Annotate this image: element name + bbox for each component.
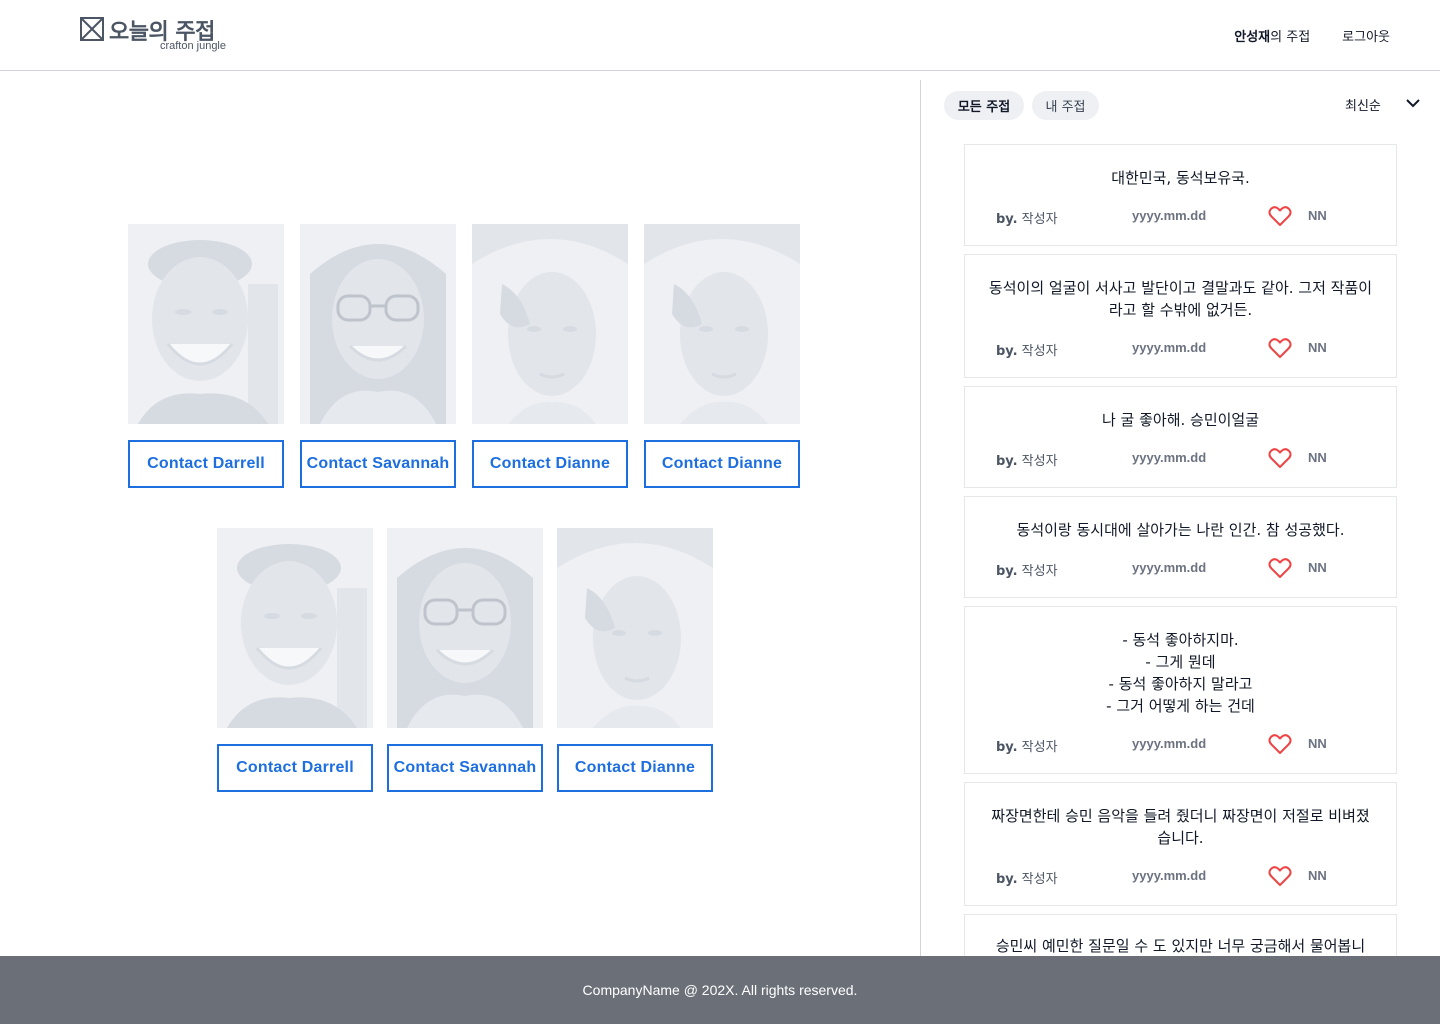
logout-link[interactable]: 로그아웃 <box>1342 26 1390 45</box>
by-label: by. <box>996 212 1018 227</box>
contact-button-row2-3[interactable]: Contact Dianne <box>557 744 713 792</box>
heart-icon[interactable] <box>1268 205 1292 227</box>
post-text: 승민씨 예민한 질문일 수 도 있지만 너무 궁금해서 물어봅니 <box>965 935 1396 956</box>
heart-icon[interactable] <box>1268 733 1292 755</box>
profile-grid: Contact Darrell Contact Savannah Contact… <box>0 71 920 956</box>
like-count: NN <box>1308 450 1327 465</box>
author-name: 작성자 <box>1021 740 1058 755</box>
post-meta: by. 작성자 yyyy.mm.dd NN <box>965 865 1396 887</box>
sort-select[interactable]: 최신순 <box>1345 95 1381 114</box>
logo-x-box-icon <box>80 17 104 41</box>
post-author: by. 작성자 <box>996 340 1058 359</box>
profile-photo <box>644 224 800 424</box>
profile-photo <box>300 224 456 424</box>
author-name: 작성자 <box>1021 212 1058 227</box>
footer-copyright: CompanyName @ 202X. All rights reserved. <box>582 982 858 998</box>
post-text: - 동석 좋아하지마. - 그게 뭔데 - 동석 좋아하지 말라고 - 그거 어떻게 … <box>965 629 1396 717</box>
contact-button-row1-3[interactable]: Contact Dianne <box>472 440 628 488</box>
heart-icon[interactable] <box>1268 557 1292 579</box>
author-name: 작성자 <box>1021 872 1058 887</box>
post-text-line: - 그게 뭔데 <box>1145 653 1216 671</box>
post-card[interactable]: 나 굴 좋아해. 승민이얼굴 by. 작성자 yyyy.mm.dd NN <box>964 386 1397 488</box>
author-name: 작성자 <box>1021 454 1058 469</box>
contact-button-row1-2[interactable]: Contact Savannah <box>300 440 456 488</box>
post-card[interactable]: 동석이의 얼굴이 서사고 발단이고 결말과도 같아. 그저 작품이라고 할 수밖… <box>964 254 1397 378</box>
post-text: 대한민국, 동석보유국. <box>965 167 1396 189</box>
site-logo[interactable]: 오늘의 주접 crafton jungle <box>80 14 230 58</box>
header-nav: 안성재의 주접 로그아웃 <box>1234 26 1390 45</box>
logo-subtitle: crafton jungle <box>159 40 226 52</box>
contact-button-row1-1[interactable]: Contact Darrell <box>128 440 284 488</box>
post-text-line: 짜장면한테 승민 음악을 들려 줬더니 짜장면이 저절로 비벼졌 <box>991 807 1370 825</box>
by-label: by. <box>996 872 1018 887</box>
post-text-line: 승민씨 예민한 질문일 수 도 있지만 너무 궁금해서 물어봅니 <box>995 937 1366 955</box>
post-date: yyyy.mm.dd <box>1132 450 1207 465</box>
by-label: by. <box>996 454 1018 469</box>
author-name: 작성자 <box>1021 344 1058 359</box>
post-text-line: 동석이의 얼굴이 서사고 발단이고 결말과도 같아. 그저 작품이 <box>988 279 1373 297</box>
jujeop-sidebar: 모든 주접 내 주접 최신순 대한민국, 동석보유국. by. 작성자 yyyy.… <box>921 71 1440 956</box>
profile-photo <box>472 224 628 424</box>
post-author: by. 작성자 <box>996 868 1058 887</box>
profile-photo <box>217 528 373 728</box>
post-card[interactable]: 동석이랑 동시대에 살아가는 나란 인간. 참 성공했다. by. 작성자 yyy… <box>964 496 1397 598</box>
post-text: 동석이의 얼굴이 서사고 발단이고 결말과도 같아. 그저 작품이라고 할 수밖… <box>965 277 1396 321</box>
contact-button-row2-1[interactable]: Contact Darrell <box>217 744 373 792</box>
post-card[interactable]: - 동석 좋아하지마. - 그게 뭔데 - 동석 좋아하지 말라고 - 그거 어떻게 … <box>964 606 1397 774</box>
post-text-line: 대한민국, 동석보유국. <box>1111 169 1250 187</box>
post-text-line: 라고 할 수밖에 없거든. <box>1108 301 1253 319</box>
post-text-line: - 동석 좋아하지 말라고 <box>1108 675 1253 693</box>
post-text-line: - 그거 어떻게 하는 건데 <box>1106 697 1255 715</box>
post-date: yyyy.mm.dd <box>1132 208 1207 223</box>
post-date: yyyy.mm.dd <box>1132 560 1207 575</box>
like-count: NN <box>1308 340 1327 355</box>
post-author: by. 작성자 <box>996 208 1058 227</box>
post-meta: by. 작성자 yyyy.mm.dd NN <box>965 205 1396 227</box>
post-date: yyyy.mm.dd <box>1132 340 1207 355</box>
by-label: by. <box>996 740 1018 755</box>
like-count: NN <box>1308 868 1327 883</box>
post-author: by. 작성자 <box>996 560 1058 579</box>
post-meta: by. 작성자 yyyy.mm.dd NN <box>965 557 1396 579</box>
by-label: by. <box>996 564 1018 579</box>
post-text: 나 굴 좋아해. 승민이얼굴 <box>965 409 1396 431</box>
post-date: yyyy.mm.dd <box>1132 736 1207 751</box>
contact-button-row1-4[interactable]: Contact Dianne <box>644 440 800 488</box>
post-text-line: 습니다. <box>1157 829 1204 847</box>
tab-my-jujeop[interactable]: 내 주접 <box>1032 91 1099 120</box>
heart-icon[interactable] <box>1268 337 1292 359</box>
post-date: yyyy.mm.dd <box>1132 868 1207 883</box>
my-jujeop-link[interactable]: 안성재의 주접 <box>1234 26 1310 45</box>
post-meta: by. 작성자 yyyy.mm.dd NN <box>965 337 1396 359</box>
author-name: 작성자 <box>1021 564 1058 579</box>
contact-button-row2-2[interactable]: Contact Savannah <box>387 744 543 792</box>
site-header: 오늘의 주접 crafton jungle 안성재의 주접 로그아웃 <box>0 0 1440 71</box>
chevron-down-icon[interactable] <box>1405 96 1421 110</box>
post-card[interactable]: 짜장면한테 승민 음악을 들려 줬더니 짜장면이 저절로 비벼졌습니다. by. … <box>964 782 1397 906</box>
site-footer: CompanyName @ 202X. All rights reserved. <box>0 956 1440 1024</box>
post-meta: by. 작성자 yyyy.mm.dd NN <box>965 447 1396 469</box>
post-author: by. 작성자 <box>996 736 1058 755</box>
post-card[interactable]: 대한민국, 동석보유국. by. 작성자 yyyy.mm.dd NN <box>964 144 1397 246</box>
post-text-line: - 동석 좋아하지마. <box>1122 631 1239 649</box>
like-count: NN <box>1308 560 1327 575</box>
user-suffix: 의 주접 <box>1270 30 1311 45</box>
tab-all-jujeop[interactable]: 모든 주접 <box>944 91 1024 120</box>
user-name: 안성재 <box>1234 30 1271 45</box>
post-text: 동석이랑 동시대에 살아가는 나란 인간. 참 성공했다. <box>965 519 1396 541</box>
post-text-line: 동석이랑 동시대에 살아가는 나란 인간. 참 성공했다. <box>1016 521 1345 539</box>
post-text-line: 나 굴 좋아해. 승민이얼굴 <box>1101 411 1260 429</box>
profile-photo <box>128 224 284 424</box>
profile-photo <box>387 528 543 728</box>
post-author: by. 작성자 <box>996 450 1058 469</box>
like-count: NN <box>1308 208 1327 223</box>
post-meta: by. 작성자 yyyy.mm.dd NN <box>965 733 1396 755</box>
by-label: by. <box>996 344 1018 359</box>
post-text: 짜장면한테 승민 음악을 들려 줬더니 짜장면이 저절로 비벼졌습니다. <box>965 805 1396 849</box>
profile-photo <box>557 528 713 728</box>
like-count: NN <box>1308 736 1327 751</box>
heart-icon[interactable] <box>1268 447 1292 469</box>
post-card[interactable]: 승민씨 예민한 질문일 수 도 있지만 너무 궁금해서 물어봅니 <box>964 914 1397 956</box>
heart-icon[interactable] <box>1268 865 1292 887</box>
